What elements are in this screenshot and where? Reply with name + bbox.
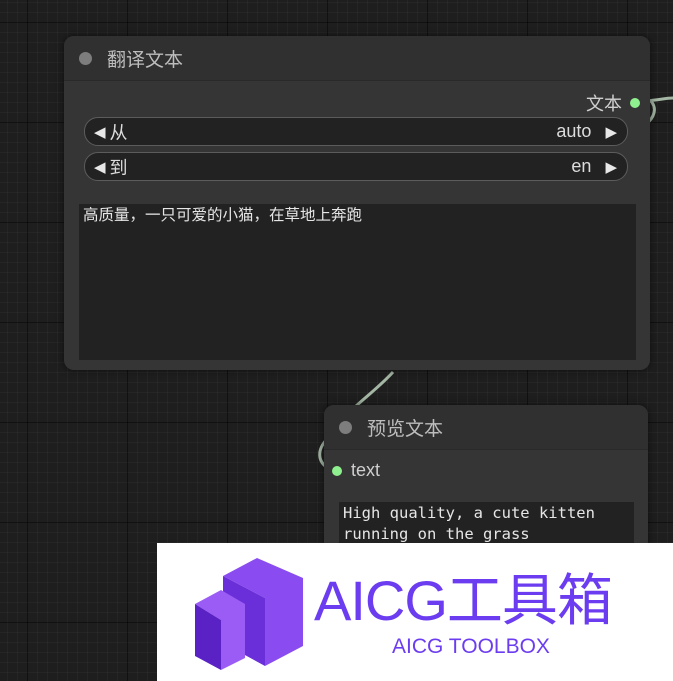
- left-arrow-icon[interactable]: ◀: [85, 123, 110, 141]
- collapse-dot-icon[interactable]: [79, 51, 92, 65]
- node-title: 翻译文本: [107, 49, 184, 71]
- collapse-dot-icon[interactable]: [339, 420, 352, 434]
- node-title: 预览文本: [367, 418, 444, 440]
- right-arrow-icon[interactable]: ▶: [591, 123, 627, 141]
- aicg-watermark-banner: AICG工具箱 AICG TOOLBOX: [157, 543, 673, 681]
- node-title-bar[interactable]: 翻译文本: [64, 36, 650, 81]
- right-arrow-icon[interactable]: ▶: [591, 158, 627, 176]
- aicg-logo-icon: [195, 558, 303, 670]
- translate-text-node[interactable]: 翻译文本 文本 ◀ 从 auto ▶ ◀ 到 en ▶ 高质量，一只可爱的小猫，…: [64, 36, 650, 370]
- input-slot-dot-icon[interactable]: [332, 465, 342, 476]
- output-slot-label: 文本: [586, 94, 622, 114]
- left-arrow-icon[interactable]: ◀: [85, 158, 110, 176]
- to-language-combo[interactable]: ◀ 到 en ▶: [84, 152, 628, 181]
- banner-subtitle: AICG TOOLBOX: [392, 635, 550, 658]
- output-slot-dot-icon[interactable]: [630, 98, 640, 108]
- output-slot-text[interactable]: 文本: [586, 90, 640, 116]
- input-slot-text[interactable]: text: [332, 460, 380, 481]
- source-text-area[interactable]: 高质量，一只可爱的小猫，在草地上奔跑: [79, 204, 636, 360]
- node-title-bar[interactable]: 预览文本: [324, 405, 648, 450]
- banner-title: AICG工具箱: [314, 569, 613, 632]
- combo-value: en: [571, 156, 592, 176]
- from-language-combo[interactable]: ◀ 从 auto ▶: [84, 117, 628, 146]
- input-slot-label: text: [351, 460, 381, 480]
- combo-value: auto: [556, 121, 592, 141]
- combo-label: 到: [109, 157, 128, 178]
- combo-label: 从: [109, 122, 128, 143]
